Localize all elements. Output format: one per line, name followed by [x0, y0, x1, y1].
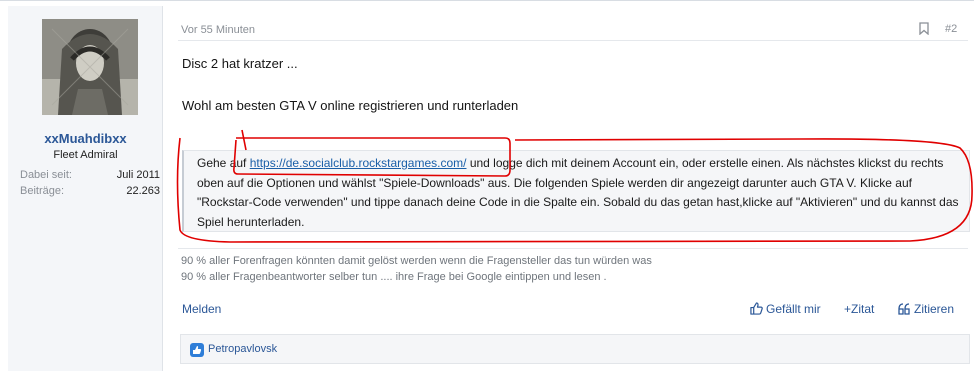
thumbs-up-icon [750, 302, 763, 315]
header-divider [178, 40, 968, 41]
username[interactable]: xxMuahdibxx [8, 131, 163, 146]
bookmark-icon[interactable] [919, 22, 929, 36]
signature-line: 90 % aller Fragenbeantworter selber tun … [181, 271, 607, 283]
like-label: Gefällt mir [766, 302, 821, 316]
stat-joined: Dabei seit: Juli 2011 [20, 169, 160, 181]
stat-label: Beiträge: [20, 185, 65, 197]
like-button[interactable]: Gefällt mir [750, 302, 821, 316]
stat-posts: Beiträge: 22.263 [20, 185, 160, 197]
signature-divider [178, 248, 968, 249]
reactions-bar: Petropavlovsk [180, 334, 970, 364]
user-avatar[interactable] [42, 19, 138, 115]
like-reaction-icon [190, 343, 204, 357]
user-sidebar: xxMuahdibxx Fleet Admiral Dabei seit: Ju… [8, 6, 163, 371]
quote-marks-icon [898, 303, 910, 315]
multi-quote-button[interactable]: Zitieren [898, 302, 954, 316]
signature-line: 90 % aller Forenfragen könnten damit gel… [181, 255, 652, 267]
stat-label: Dabei seit: [20, 169, 72, 181]
stat-value: Juli 2011 [116, 169, 160, 181]
message-line: Disc 2 hat kratzer ... [182, 56, 298, 71]
post-time[interactable]: Vor 55 Minuten [181, 24, 255, 36]
user-title: Fleet Admiral [53, 149, 118, 161]
socialclub-link[interactable]: https://de.socialclub.rockstargames.com/ [250, 156, 467, 170]
report-button[interactable]: Melden [182, 302, 221, 316]
stat-value: 22.263 [126, 185, 160, 197]
message-line: Wohl am besten GTA V online registrieren… [182, 98, 519, 113]
quote-button[interactable]: +Zitat [844, 302, 874, 316]
quote-prefix: Gehe auf [197, 156, 250, 170]
quote-block: Gehe auf https://de.socialclub.rockstarg… [182, 150, 970, 232]
avatar-image [42, 19, 138, 115]
post-number[interactable]: #2 [945, 23, 957, 35]
multi-quote-label: Zitieren [914, 302, 955, 316]
reaction-user-link[interactable]: Petropavlovsk [208, 343, 277, 355]
forum-post: xxMuahdibxx Fleet Admiral Dabei seit: Ju… [0, 0, 974, 371]
